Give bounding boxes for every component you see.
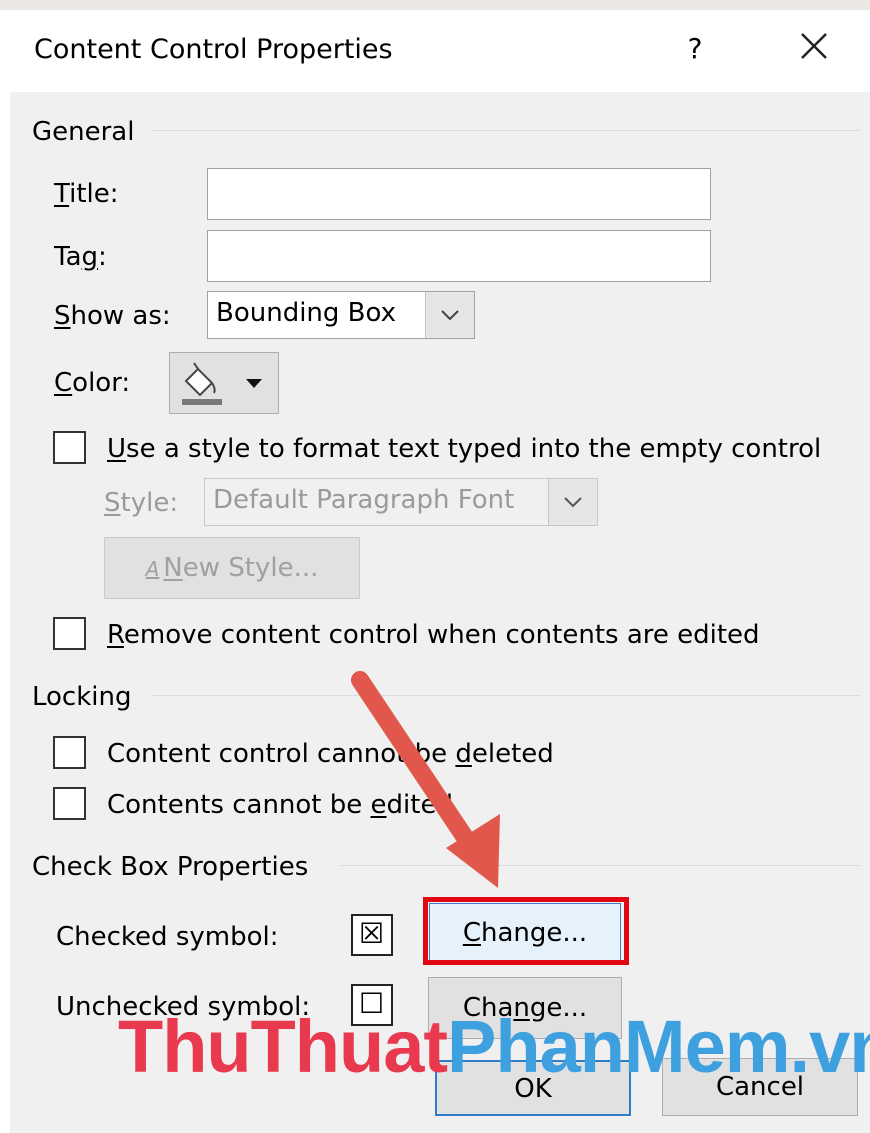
watermark-part-3: .vn [789, 1005, 870, 1088]
title-label-mnemonic: T [54, 179, 70, 209]
cannot-delete-label: Content control cannot be deleted [107, 739, 554, 769]
check-box-properties-heading: Check Box Properties [32, 852, 309, 882]
use-style-label: Use a style to format text typed into th… [107, 434, 821, 464]
cannot-edit-text-pre: Contents cannot be [107, 790, 371, 820]
use-style-text: se a style to format text typed into the… [126, 434, 822, 464]
highlight-box [423, 897, 629, 965]
close-button[interactable] [796, 28, 836, 68]
watermark-part-1: ThuThuat [118, 1005, 448, 1088]
cannot-edit-text: dited [386, 790, 453, 820]
show-as-label: Show as: [54, 301, 171, 331]
remove-control-mnemonic: R [107, 620, 124, 650]
cannot-edit-label: Contents cannot be edited [107, 790, 453, 820]
show-as-value: Bounding Box [216, 298, 397, 328]
title-label: Title: [54, 179, 119, 209]
locking-separator [152, 695, 860, 696]
title-input[interactable] [207, 168, 711, 220]
help-button[interactable]: ? [678, 32, 712, 68]
show-as-mnemonic: S [54, 301, 71, 331]
title-bar: Content Control Properties ? [10, 10, 870, 92]
cannot-delete-mnemonic: d [455, 739, 472, 769]
close-icon [801, 33, 827, 59]
color-label-mnemonic: C [54, 368, 73, 398]
background-strip [0, 0, 870, 10]
locking-heading: Locking [32, 682, 132, 712]
watermark-part-2: PhanMem [447, 1005, 791, 1088]
tag-input[interactable] [207, 230, 711, 282]
color-picker-button[interactable] [169, 352, 279, 414]
checked-symbol-label: Checked symbol: [56, 922, 279, 952]
general-heading: General [32, 117, 135, 147]
remove-control-checkbox[interactable] [53, 617, 86, 650]
title-label-text: itle: [69, 179, 119, 209]
paint-bucket-icon [182, 362, 222, 405]
show-as-text: how as: [70, 301, 171, 331]
show-as-dropdown-button[interactable] [425, 292, 474, 338]
new-style-button[interactable]: A New Style... [104, 537, 360, 599]
cannot-edit-checkbox[interactable] [53, 787, 86, 820]
show-as-select[interactable]: Bounding Box [207, 291, 475, 339]
new-style-text: ew Style... [182, 553, 319, 583]
chevron-down-icon [564, 497, 582, 508]
chevron-down-icon [441, 310, 459, 321]
use-style-checkbox[interactable] [53, 431, 86, 464]
check-box-properties-separator [340, 865, 860, 866]
style-label-mnemonic: S [104, 488, 121, 518]
style-dropdown-button[interactable] [548, 479, 597, 525]
tag-label: Tag: [54, 242, 107, 272]
cannot-delete-text-pre: Content control cannot be [107, 739, 456, 769]
checked-symbol-icon: ☒ [359, 917, 385, 950]
use-style-mnemonic: U [107, 434, 127, 464]
general-separator [152, 130, 860, 131]
checked-symbol-preview: ☒ [351, 914, 393, 956]
style-value: Default Paragraph Font [213, 485, 515, 515]
remove-control-text: emove content control when contents are … [123, 620, 760, 650]
style-select[interactable]: Default Paragraph Font [204, 478, 598, 526]
dropdown-arrow-icon [246, 379, 262, 388]
cannot-edit-mnemonic: e [370, 790, 387, 820]
tag-label-text: : [98, 242, 107, 272]
tag-label-text-pre: Ta [54, 242, 82, 272]
cannot-delete-text: eleted [471, 739, 554, 769]
color-label: Color: [54, 368, 130, 398]
style-label: Style: [104, 488, 178, 518]
watermark: ThuThuatPhanMem.vn [118, 1004, 870, 1089]
tag-label-mnemonic: g [81, 242, 99, 272]
new-style-mnemonic: N [163, 553, 183, 583]
new-style-icon: A [145, 557, 160, 581]
dialog-title: Content Control Properties [34, 34, 393, 65]
cannot-delete-checkbox[interactable] [53, 736, 86, 769]
style-label-text: tyle: [120, 488, 179, 518]
remove-control-label: Remove content control when contents are… [107, 620, 760, 650]
color-label-text: olor: [72, 368, 131, 398]
